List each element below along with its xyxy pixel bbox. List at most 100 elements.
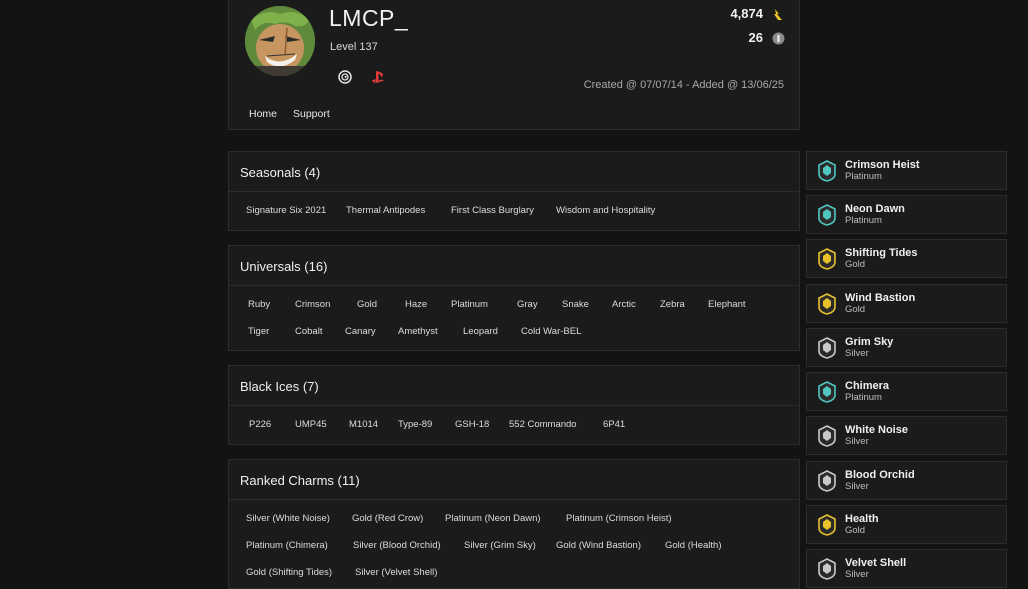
season-rank-card[interactable]: Blood Orchid Silver	[806, 461, 1007, 500]
universal-item[interactable]: Cold War-BEL	[521, 326, 581, 337]
season-rank: Silver	[845, 436, 869, 447]
season-rank: Gold	[845, 525, 866, 536]
universal-item[interactable]: Platinum	[451, 299, 488, 310]
nav-home-link[interactable]: Home	[249, 108, 277, 120]
black-ices-title: Black Ices (7)	[240, 379, 319, 394]
universals-section: Universals (16) Ruby Crimson Gold Haze P…	[228, 245, 800, 351]
divider	[229, 499, 799, 500]
universal-item[interactable]: Gold	[357, 299, 377, 310]
season-rank-card[interactable]: Crimson Heist Platinum	[806, 151, 1007, 190]
black-ice-item[interactable]: Type-89	[398, 419, 432, 430]
season-rank-card[interactable]: Grim Sky Silver	[806, 328, 1007, 367]
universal-item[interactable]: Tiger	[248, 326, 269, 337]
seasonal-item[interactable]: Wisdom and Hospitality	[556, 205, 655, 216]
rank-badge-icon	[817, 470, 837, 492]
black-ices-section: Black Ices (7) P226 UMP45 M1014 Type-89 …	[228, 365, 800, 445]
season-rank-card[interactable]: Health Gold	[806, 505, 1007, 544]
season-name: Grim Sky	[845, 336, 894, 348]
season-name: Health	[845, 513, 879, 525]
universal-item[interactable]: Snake	[562, 299, 589, 310]
season-rank: Platinum	[845, 392, 882, 403]
universal-item[interactable]: Canary	[345, 326, 376, 337]
universal-item[interactable]: Arctic	[612, 299, 636, 310]
username: LMCP_	[329, 5, 409, 31]
profile-header: LMCP_ Level 137 4,874 26 Created @ 07/07…	[228, 0, 800, 130]
seasonal-item[interactable]: Signature Six 2021	[246, 205, 326, 216]
rank-badge-icon	[817, 381, 837, 403]
black-ice-item[interactable]: GSH-18	[455, 419, 489, 430]
player-level: Level 137	[330, 41, 378, 53]
seasonals-section: Seasonals (4) Signature Six 2021 Thermal…	[228, 151, 800, 231]
universal-item[interactable]: Elephant	[708, 299, 746, 310]
universal-item[interactable]: Cobalt	[295, 326, 322, 337]
season-name: Shifting Tides	[845, 247, 918, 259]
seasonal-item[interactable]: First Class Burglary	[451, 205, 534, 216]
season-name: Wind Bastion	[845, 292, 916, 304]
divider	[229, 285, 799, 286]
created-added-dates: Created @ 07/07/14 - Added @ 13/06/25	[583, 79, 784, 91]
charm-item[interactable]: Silver (White Noise)	[246, 513, 330, 524]
season-rank: Gold	[845, 304, 866, 315]
rank-badge-icon	[817, 248, 837, 270]
black-ice-item[interactable]: M1014	[349, 419, 378, 430]
universal-item[interactable]: Leopard	[463, 326, 498, 337]
charm-item[interactable]: Gold (Shifting Tides)	[246, 567, 332, 578]
charm-item[interactable]: Gold (Wind Bastion)	[556, 540, 641, 551]
charm-item[interactable]: Platinum (Chimera)	[246, 540, 328, 551]
black-ice-item[interactable]: P226	[249, 419, 271, 430]
nav-support-link[interactable]: Support	[293, 108, 330, 120]
universal-item[interactable]: Crimson	[295, 299, 330, 310]
universals-title: Universals (16)	[240, 259, 328, 274]
ranked-charms-title: Ranked Charms (11)	[240, 473, 360, 488]
universal-item[interactable]: Ruby	[248, 299, 270, 310]
ranked-charms-section: Ranked Charms (11) Silver (White Noise) …	[228, 459, 800, 589]
season-name: Blood Orchid	[845, 469, 915, 481]
credits-icon	[772, 32, 785, 45]
black-ice-item[interactable]: 552 Commando	[509, 419, 577, 430]
charm-item[interactable]: Silver (Grim Sky)	[464, 540, 536, 551]
rank-badge-icon	[817, 160, 837, 182]
renown-count: 4,874	[730, 6, 763, 21]
universal-item[interactable]: Amethyst	[398, 326, 438, 337]
rank-badge-icon	[817, 425, 837, 447]
rank-badge-icon	[817, 204, 837, 226]
season-rank: Gold	[845, 259, 866, 270]
season-rank-card[interactable]: Wind Bastion Gold	[806, 284, 1007, 323]
seasonal-item[interactable]: Thermal Antipodes	[346, 205, 425, 216]
rank-badge-icon	[817, 337, 837, 359]
charm-item[interactable]: Silver (Velvet Shell)	[355, 567, 437, 578]
divider	[229, 405, 799, 406]
universal-item[interactable]: Zebra	[660, 299, 685, 310]
season-rank-card[interactable]: Neon Dawn Platinum	[806, 195, 1007, 234]
season-name: White Noise	[845, 424, 908, 436]
season-name: Velvet Shell	[845, 557, 907, 569]
playstation-icon[interactable]	[371, 70, 385, 84]
season-rank-card[interactable]: Shifting Tides Gold	[806, 239, 1007, 278]
charm-item[interactable]: Silver (Blood Orchid)	[353, 540, 441, 551]
charm-item[interactable]: Gold (Health)	[665, 540, 722, 551]
season-rank: Platinum	[845, 171, 882, 182]
charm-item[interactable]: Platinum (Neon Dawn)	[445, 513, 541, 524]
season-rank-card[interactable]: Velvet Shell Silver	[806, 549, 1007, 588]
black-ice-item[interactable]: UMP45	[295, 419, 327, 430]
renown-icon	[772, 8, 785, 21]
season-rank: Platinum	[845, 215, 882, 226]
credits-count: 26	[748, 30, 763, 45]
seasonals-title: Seasonals (4)	[240, 165, 321, 180]
rank-badge-icon	[817, 558, 837, 580]
rank-badge-icon	[817, 514, 837, 536]
season-name: Crimson Heist	[845, 159, 920, 171]
season-rank: Silver	[845, 348, 869, 359]
charm-item[interactable]: Gold (Red Crow)	[352, 513, 423, 524]
charm-item[interactable]: Platinum (Crimson Heist)	[566, 513, 672, 524]
season-rank: Silver	[845, 481, 869, 492]
season-rank-card[interactable]: White Noise Silver	[806, 416, 1007, 455]
divider	[229, 191, 799, 192]
black-ice-item[interactable]: 6P41	[603, 419, 625, 430]
rank-badge-icon	[817, 293, 837, 315]
universal-item[interactable]: Gray	[517, 299, 538, 310]
season-name: Neon Dawn	[845, 203, 905, 215]
universal-item[interactable]: Haze	[405, 299, 427, 310]
season-rank-card[interactable]: Chimera Platinum	[806, 372, 1007, 411]
ubisoft-icon[interactable]	[338, 70, 352, 84]
